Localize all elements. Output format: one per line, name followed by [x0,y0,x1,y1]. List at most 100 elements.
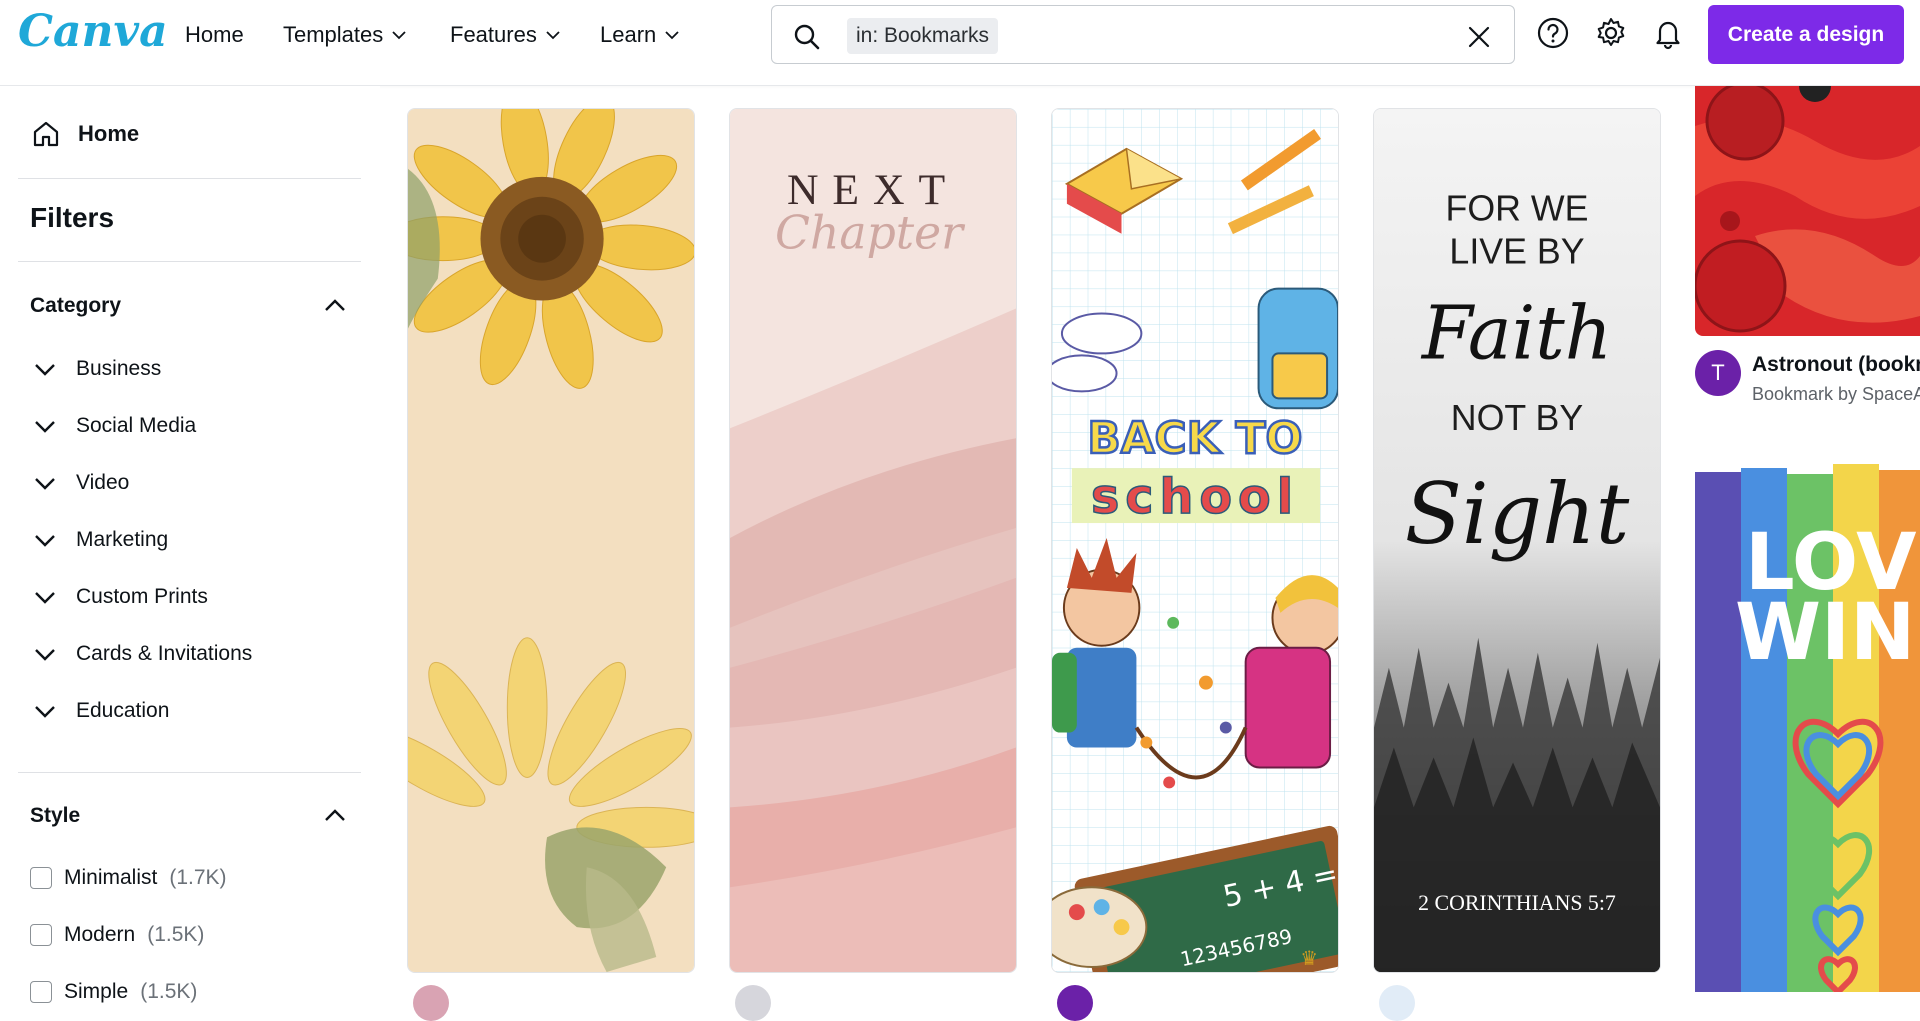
nav-features[interactable]: Features [450,20,563,50]
live-by-text: LIVE BY [1449,232,1584,272]
category-item-education[interactable]: Education [30,696,169,726]
avatar[interactable] [1379,985,1415,1021]
category-item-label: Marketing [76,528,169,551]
template-title[interactable]: Astronout (bookmark) [1752,353,1920,377]
chevron-down-icon [392,31,406,40]
nav-templates-label: Templates [283,22,384,47]
chevron-down-icon [665,31,679,40]
chevron-down-icon [35,649,55,661]
category-item-video[interactable]: Video [30,468,129,498]
filters-title: Filters [30,202,115,233]
style-checkbox-minimalist[interactable]: Minimalist (1.7K) [30,866,227,890]
crown-icon: ♛ [1300,948,1318,970]
template-card-astronaut[interactable] [1695,86,1920,336]
style-checkbox-simple[interactable]: Simple (1.5K) [30,980,197,1004]
love-wins-thumbnail: LOVE WINS [1695,444,1920,992]
category-item-label: Cards & Invitations [76,642,253,665]
chevron-down-icon [35,478,55,490]
close-icon[interactable] [1466,24,1492,50]
category-item-marketing[interactable]: Marketing [30,525,168,555]
for-we-text: FOR WE [1446,189,1589,229]
sidebar-home-label: Home [78,121,140,146]
category-section-toggle[interactable]: Category [30,291,350,321]
category-item-label: Education [76,699,170,722]
template-subtitle: Bookmark by SpaceArt [1752,384,1920,404]
sunflower-thumbnail [408,109,694,972]
category-item-label: Business [76,357,162,380]
divider [18,261,361,262]
home-icon [33,121,59,147]
create-design-button[interactable]: Create a design [1708,5,1904,64]
avatar[interactable] [1057,985,1093,1021]
style-option-label: Minimalist [64,866,158,889]
style-option-count: (1.5K) [147,923,205,946]
category-title: Category [30,294,122,317]
style-option-label: Modern [64,923,136,946]
back-to-text: BACK TO [1087,413,1302,464]
avatar[interactable]: T [1695,350,1741,396]
chevron-down-icon [35,364,55,376]
school-text: school [1091,470,1299,525]
chapter-script: Chapter [775,207,966,260]
style-section-toggle[interactable]: Style [30,801,350,831]
help-icon[interactable] [1536,16,1570,50]
backpack-illustration [1257,287,1338,410]
sidebar-home[interactable]: Home [30,118,139,150]
category-item-label: Video [76,471,130,494]
template-card-love-wins[interactable]: LOVE WINS [1695,444,1920,992]
chevron-down-icon [546,31,560,40]
category-item-label: Custom Prints [76,585,208,608]
top-header: Canva Home Templates Features Learn in: … [0,0,1920,86]
avatar[interactable] [735,985,771,1021]
nav-learn[interactable]: Learn [600,20,682,50]
checkbox[interactable] [30,924,52,946]
verse-reference: 2 CORINTHIANS 5:7 [1418,890,1616,915]
nav-home[interactable]: Home [185,20,244,50]
template-card-next-chapter[interactable]: NEXT Chapter [729,108,1017,973]
checkbox[interactable] [30,981,52,1003]
chevron-down-icon [35,706,55,718]
template-card-sunflower[interactable] [407,108,695,973]
divider [18,178,361,179]
faith-thumbnail: FOR WE LIVE BY Faith NOT BY Sight 2 CORI… [1374,109,1660,972]
sight-script: Sight [1405,465,1630,563]
not-by-text: NOT BY [1451,398,1584,438]
category-item-business[interactable]: Business [30,354,161,384]
chevron-down-icon [35,592,55,604]
filters-sidebar: Home Filters Category Business Social Me… [0,86,380,1003]
astronaut-author[interactable]: T Astronout (bookmark) Bookmark by Space… [1695,350,1920,410]
divider [18,772,361,773]
nav-home-label: Home [185,22,244,47]
wins-text: WINS [1735,588,1920,678]
template-card-faith[interactable]: FOR WE LIVE BY Faith NOT BY Sight 2 CORI… [1373,108,1661,973]
paint-palette-illustration [1052,886,1148,968]
search-filter-chip[interactable]: in: Bookmarks [847,18,999,54]
back-to-school-thumbnail: BACK TO school 5 + 4 = 9 123456789 [1052,109,1338,972]
chevron-down-icon [35,535,55,547]
nav-features-label: Features [450,22,537,47]
style-option-count: (1.7K) [169,866,227,889]
template-card-back-to-school[interactable]: BACK TO school 5 + 4 = 9 123456789 [1051,108,1339,973]
style-option-label: Simple [64,980,129,1003]
checkbox[interactable] [30,867,52,889]
style-checkbox-modern[interactable]: Modern (1.5K) [30,923,204,947]
category-item-label: Social Media [76,414,197,437]
faith-script: Faith [1420,291,1612,376]
canva-logo[interactable]: Canva [18,6,168,57]
nav-learn-label: Learn [600,22,657,47]
bell-icon[interactable] [1651,16,1685,50]
category-item-social-media[interactable]: Social Media [30,411,196,441]
style-option-count: (1.5K) [140,980,198,1003]
gear-icon[interactable] [1594,16,1628,50]
search-bar[interactable]: in: Bookmarks [771,5,1515,64]
chevron-up-icon [325,809,345,821]
category-item-cards-invitations[interactable]: Cards & Invitations [30,639,252,669]
category-item-custom-prints[interactable]: Custom Prints [30,582,208,612]
avatar[interactable] [413,985,449,1021]
next-chapter-thumbnail: NEXT Chapter [730,109,1016,972]
search-icon [794,24,820,50]
style-title: Style [30,804,81,827]
chevron-down-icon [35,421,55,433]
chevron-up-icon [325,299,345,311]
nav-templates[interactable]: Templates [283,20,409,50]
